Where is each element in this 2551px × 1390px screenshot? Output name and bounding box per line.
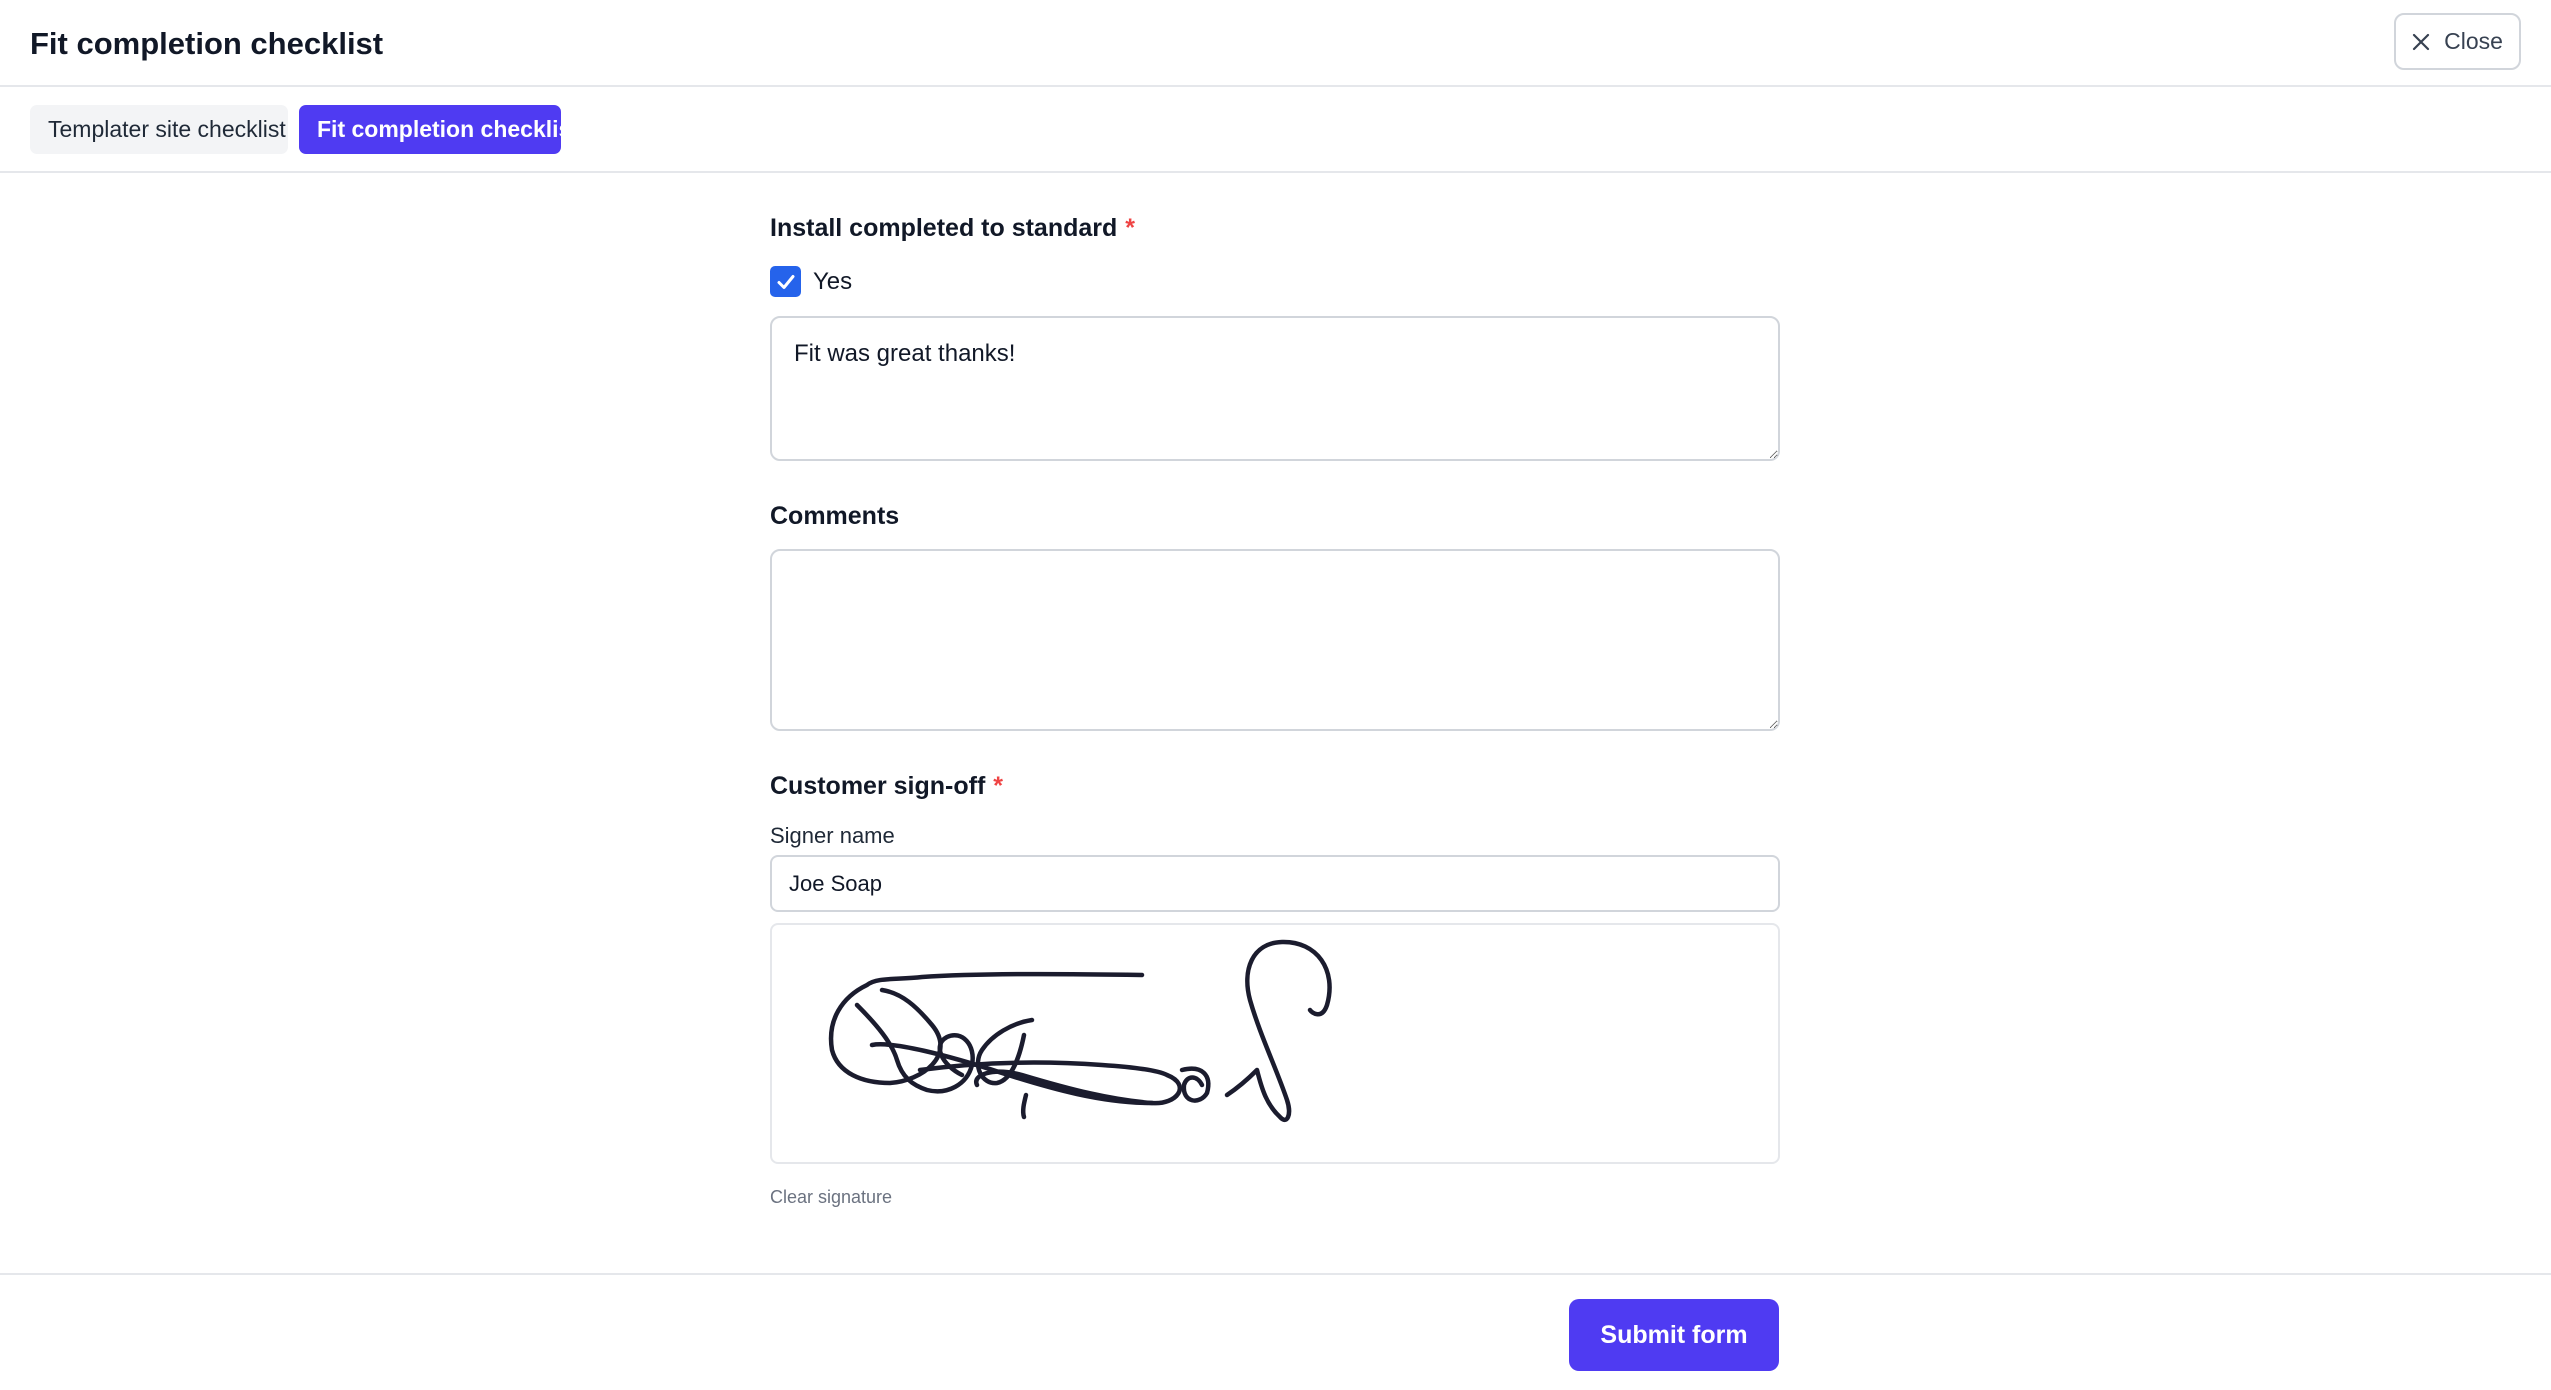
comments-textarea[interactable] xyxy=(770,549,1780,731)
signer-name-input[interactable] xyxy=(770,855,1780,912)
install-note-textarea[interactable] xyxy=(770,316,1780,461)
signature-stroke xyxy=(1179,1066,1211,1103)
page-title: Fit completion checklist xyxy=(30,26,384,61)
signature-stroke xyxy=(1020,1092,1029,1120)
signoff-section-label: Customer sign-off * xyxy=(770,770,1003,802)
required-marker: * xyxy=(1125,214,1136,242)
close-button[interactable]: Close xyxy=(2394,13,2521,70)
required-marker: * xyxy=(993,772,1004,800)
tab-bar: Templater site checklist Fit completion … xyxy=(0,87,2551,173)
tab-fit-completion-checklist[interactable]: Fit completion checklist xyxy=(299,105,579,154)
install-yes-checkbox[interactable] xyxy=(770,266,801,297)
install-label-text: Install completed to standard xyxy=(770,214,1118,242)
signer-name-label: Signer name xyxy=(770,823,895,848)
signoff-label-text: Customer sign-off xyxy=(770,772,986,800)
tab-templater-site-checklist[interactable]: Templater site checklist xyxy=(30,105,288,154)
dialog-header: Fit completion checklist Close xyxy=(0,0,2551,87)
x-icon xyxy=(2412,33,2430,51)
checkmark-icon xyxy=(777,274,794,289)
comments-label: Comments xyxy=(770,502,900,530)
signature-stroke xyxy=(1224,939,1332,1123)
install-section-label: Install completed to standard * xyxy=(770,212,1135,244)
install-yes-label: Yes xyxy=(813,268,853,295)
signature-drawing xyxy=(828,939,1332,1123)
clear-signature-link[interactable]: Clear signature xyxy=(770,1186,892,1208)
submit-form-button[interactable]: Submit form xyxy=(1569,1299,1779,1371)
close-label: Close xyxy=(2444,28,2503,54)
dialog-footer: Submit form xyxy=(0,1273,2551,1390)
signature-pad[interactable] xyxy=(770,923,1780,1164)
